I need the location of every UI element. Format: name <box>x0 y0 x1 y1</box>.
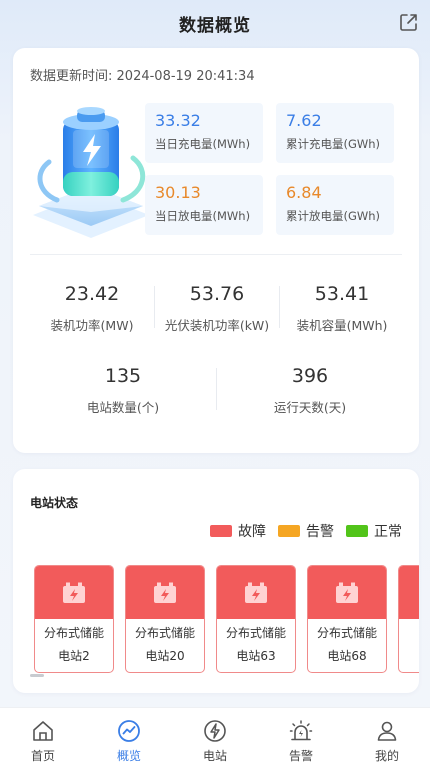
status-legend: 故障 告警 正常 <box>198 521 402 541</box>
export-icon <box>400 14 417 31</box>
station-name: 分布式储能 电站20 <box>126 619 204 668</box>
tab-home[interactable]: 首页 <box>13 718 73 764</box>
battery-storage-icon <box>245 582 267 603</box>
station-name-line2: 电站63 <box>236 649 276 663</box>
installed-power-metric: 23.42 装机功率(MW) <box>30 282 154 334</box>
station-card[interactable]: 分布式储能 电站2 <box>34 565 114 673</box>
battery-storage-icon <box>63 582 85 603</box>
page-title: 数据概览 <box>179 15 251 36</box>
today-discharge-value: 30.13 <box>155 183 201 202</box>
installed-capacity-label: 装机容量(MWh) <box>296 318 388 333</box>
legend-fault-label: 故障 <box>238 524 266 540</box>
running-days-metric: 396 运行天数(天) <box>217 364 403 416</box>
total-charge-stat: 7.62 累计充电量(GWh) <box>276 103 394 163</box>
pv-power-metric: 53.76 光伏装机功率(kW) <box>155 282 279 334</box>
station-name-line2: 电站68 <box>327 649 367 663</box>
station-card[interactable]: 分布式储能 电站68 <box>307 565 387 673</box>
tab-overview[interactable]: 概览 <box>99 718 159 764</box>
horizontal-scrollbar[interactable] <box>30 674 44 677</box>
total-discharge-label: 累计放电量(GWh) <box>286 209 381 223</box>
app-header: 数据概览 <box>0 0 430 46</box>
export-button[interactable] <box>398 11 420 33</box>
total-charge-label: 累计充电量(GWh) <box>286 137 381 151</box>
today-discharge-stat: 30.13 当日放电量(MWh) <box>145 175 263 235</box>
station-name-line2: 电站2 <box>58 649 90 663</box>
today-charge-value: 33.32 <box>155 111 201 130</box>
running-days-label: 运行天数(天) <box>273 400 347 415</box>
station-icon <box>202 718 228 744</box>
tab-station[interactable]: 电站 <box>185 718 245 764</box>
today-charge-stat: 33.32 当日充电量(MWh) <box>145 103 263 163</box>
update-time-value: 2024-08-19 20:41:34 <box>116 69 255 84</box>
bottom-tab-bar: 首页 概览 电站 告警 我的 <box>0 707 430 765</box>
pv-power-value: 53.76 <box>189 283 245 305</box>
installed-power-value: 23.42 <box>64 283 120 305</box>
legend-fault-swatch <box>210 525 232 537</box>
total-charge-value: 7.62 <box>286 111 322 130</box>
legend-fault: 故障 <box>210 521 266 541</box>
home-icon <box>30 718 56 744</box>
station-name-line1: 分布式储能 <box>43 626 104 640</box>
running-days-value: 396 <box>291 365 329 387</box>
station-card-partial[interactable] <box>398 565 419 673</box>
total-discharge-value: 6.84 <box>286 183 322 202</box>
station-status-fault <box>126 566 204 619</box>
station-card[interactable]: 分布式储能 电站63 <box>216 565 296 673</box>
divider <box>30 254 402 255</box>
overview-card: 数据更新时间: 2024-08-19 20:41:34 33.32 当日充电量(… <box>13 48 419 453</box>
station-name-line1: 分布式储能 <box>225 626 286 640</box>
tab-home-label: 首页 <box>30 749 55 763</box>
tab-alarm[interactable]: 告警 <box>271 718 331 764</box>
legend-warning-swatch <box>278 525 300 537</box>
station-card[interactable]: 分布式储能 电站20 <box>125 565 205 673</box>
total-discharge-stat: 6.84 累计放电量(GWh) <box>276 175 394 235</box>
legend-normal: 正常 <box>346 521 402 541</box>
station-status-fault <box>399 566 419 619</box>
tab-overview-label: 概览 <box>116 749 141 763</box>
station-name: 分布式储能 电站68 <box>308 619 386 668</box>
legend-normal-swatch <box>346 525 368 537</box>
today-discharge-label: 当日放电量(MWh) <box>155 209 251 223</box>
station-count-label: 电站数量(个) <box>86 400 160 415</box>
tab-mine-label: 我的 <box>374 749 399 763</box>
today-charge-label: 当日充电量(MWh) <box>155 137 251 151</box>
battery-storage-icon <box>154 582 176 603</box>
station-status-fault <box>308 566 386 619</box>
legend-warning: 告警 <box>278 521 334 541</box>
tab-alarm-label: 告警 <box>288 749 313 763</box>
station-status-fault <box>35 566 113 619</box>
installed-power-label: 装机功率(MW) <box>50 318 134 333</box>
battery-icon <box>33 107 149 238</box>
station-name: 分布式储能 电站2 <box>35 619 113 668</box>
update-time: 数据更新时间: 2024-08-19 20:41:34 <box>30 65 255 84</box>
installed-capacity-metric: 53.41 装机容量(MWh) <box>280 282 404 334</box>
station-count-value: 135 <box>104 365 142 387</box>
station-status-card: 电站状态 故障 告警 正常 分布式储能 电站2 分布式储能 电站20 分布式储能… <box>13 469 419 693</box>
station-status-fault <box>217 566 295 619</box>
battery-storage-icon <box>336 582 358 603</box>
tab-station-label: 电站 <box>202 749 227 763</box>
station-status-title: 电站状态 <box>30 496 79 510</box>
station-name-line1: 分布式储能 <box>316 626 377 640</box>
user-icon <box>374 718 400 744</box>
station-count-metric: 135 电站数量(个) <box>30 364 216 416</box>
station-name-line1: 分布式储能 <box>134 626 195 640</box>
alarm-icon <box>288 718 314 744</box>
pv-power-label: 光伏装机功率(kW) <box>164 318 270 333</box>
installed-capacity-value: 53.41 <box>314 283 370 305</box>
chart-icon <box>116 718 142 744</box>
station-name-line2: 电站20 <box>145 649 185 663</box>
legend-normal-label: 正常 <box>374 524 402 540</box>
legend-warning-label: 告警 <box>306 524 334 540</box>
tab-mine[interactable]: 我的 <box>357 718 417 764</box>
station-name: 分布式储能 电站63 <box>217 619 295 668</box>
update-time-label: 数据更新时间: <box>30 69 113 84</box>
